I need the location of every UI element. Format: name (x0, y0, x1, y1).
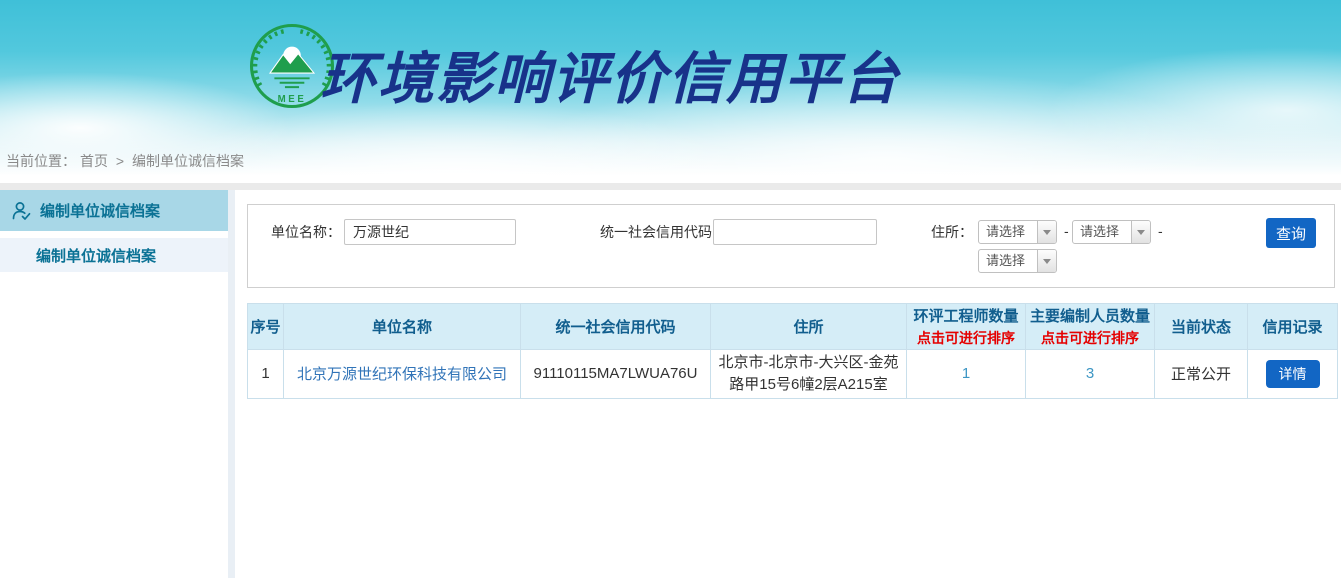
company-name-input[interactable] (344, 219, 516, 245)
staff-count-link[interactable]: 3 (1086, 365, 1094, 382)
status-value: 正常公开 (1155, 350, 1248, 399)
address-label: 住所： (931, 219, 973, 245)
table-header-row: 序号 单位名称 统一社会信用代码 住所 环评工程师数量 点击可进行排序 主要编制… (248, 304, 1338, 350)
chevron-down-icon[interactable] (1131, 221, 1150, 243)
col-status: 当前状态 (1155, 304, 1248, 350)
table-row: 1 北京万源世纪环保科技有限公司 91110115MA7LWUA76U 北京市-… (248, 350, 1338, 399)
site-header: MEE 环境影响评价信用平台 当前位置：首页 > 编制单位诚信档案 (0, 0, 1341, 183)
engineer-count-link[interactable]: 1 (962, 365, 970, 382)
sidebar: 编制单位诚信档案 编制单位诚信档案 (0, 190, 228, 272)
chevron-down-icon[interactable] (1037, 221, 1056, 243)
credit-code-label: 统一社会信用代码： (600, 219, 726, 245)
district-select[interactable]: 请选择 (978, 249, 1057, 273)
search-panel: 单位名称： 统一社会信用代码： 住所： 请选择 - 请选择 - 请选择 查询 (247, 204, 1335, 288)
address-value: 北京市-北京市-大兴区-金苑路甲15号6幢2层A215室 (711, 350, 907, 399)
breadcrumb-current: 编制单位诚信档案 (132, 153, 244, 169)
row-index: 1 (248, 350, 284, 399)
col-staff-count-sort[interactable]: 主要编制人员数量 点击可进行排序 (1026, 304, 1155, 350)
breadcrumb: 当前位置：首页 > 编制单位诚信档案 (6, 151, 248, 171)
breadcrumb-home[interactable]: 首页 (80, 153, 108, 169)
company-name-label: 单位名称： (271, 219, 341, 245)
sidebar-subitem-credit-archive[interactable]: 编制单位诚信档案 (0, 238, 228, 272)
logo-text: MEE (278, 94, 307, 105)
page-title: 环境影响评价信用平台 (320, 34, 900, 115)
credit-code-value: 91110115MA7LWUA76U (521, 350, 711, 399)
header-divider (0, 183, 1341, 190)
credit-code-input[interactable] (713, 219, 877, 245)
breadcrumb-separator: > (116, 153, 124, 169)
col-staff-count-label: 主要编制人员数量 (1026, 305, 1154, 326)
province-select[interactable]: 请选择 (978, 220, 1057, 244)
chevron-down-icon[interactable] (1037, 250, 1056, 272)
breadcrumb-prefix: 当前位置： (6, 153, 76, 169)
results-table: 序号 单位名称 统一社会信用代码 住所 环评工程师数量 点击可进行排序 主要编制… (247, 303, 1338, 399)
col-credit-record: 信用记录 (1248, 304, 1338, 350)
sidebar-divider (228, 190, 235, 578)
region-separator-2: - (1158, 223, 1163, 239)
col-engineer-count-sort[interactable]: 环评工程师数量 点击可进行排序 (907, 304, 1026, 350)
col-engineer-count-label: 环评工程师数量 (907, 305, 1025, 326)
detail-button[interactable]: 详情 (1266, 360, 1320, 388)
col-credit-code: 统一社会信用代码 (521, 304, 711, 350)
water-lines-icon (274, 78, 309, 87)
col-address: 住所 (711, 304, 907, 350)
region-separator: - (1064, 223, 1069, 239)
company-link[interactable]: 北京万源世纪环保科技有限公司 (297, 366, 507, 383)
province-select-value: 请选择 (979, 221, 1037, 243)
sort-hint: 点击可进行排序 (907, 328, 1025, 348)
col-index: 序号 (248, 304, 284, 350)
sidebar-item-label: 编制单位诚信档案 (40, 200, 160, 221)
sidebar-item-credit-archive[interactable]: 编制单位诚信档案 (0, 190, 228, 231)
city-select-value: 请选择 (1073, 221, 1131, 243)
user-check-icon (10, 200, 32, 222)
col-company: 单位名称 (284, 304, 521, 350)
sidebar-subitem-label: 编制单位诚信档案 (36, 245, 156, 266)
query-button[interactable]: 查询 (1266, 218, 1316, 248)
sort-hint: 点击可进行排序 (1026, 328, 1154, 348)
district-select-value: 请选择 (979, 250, 1037, 272)
page: MEE 环境影响评价信用平台 当前位置：首页 > 编制单位诚信档案 编制单位诚信… (0, 0, 1341, 578)
city-select[interactable]: 请选择 (1072, 220, 1151, 244)
